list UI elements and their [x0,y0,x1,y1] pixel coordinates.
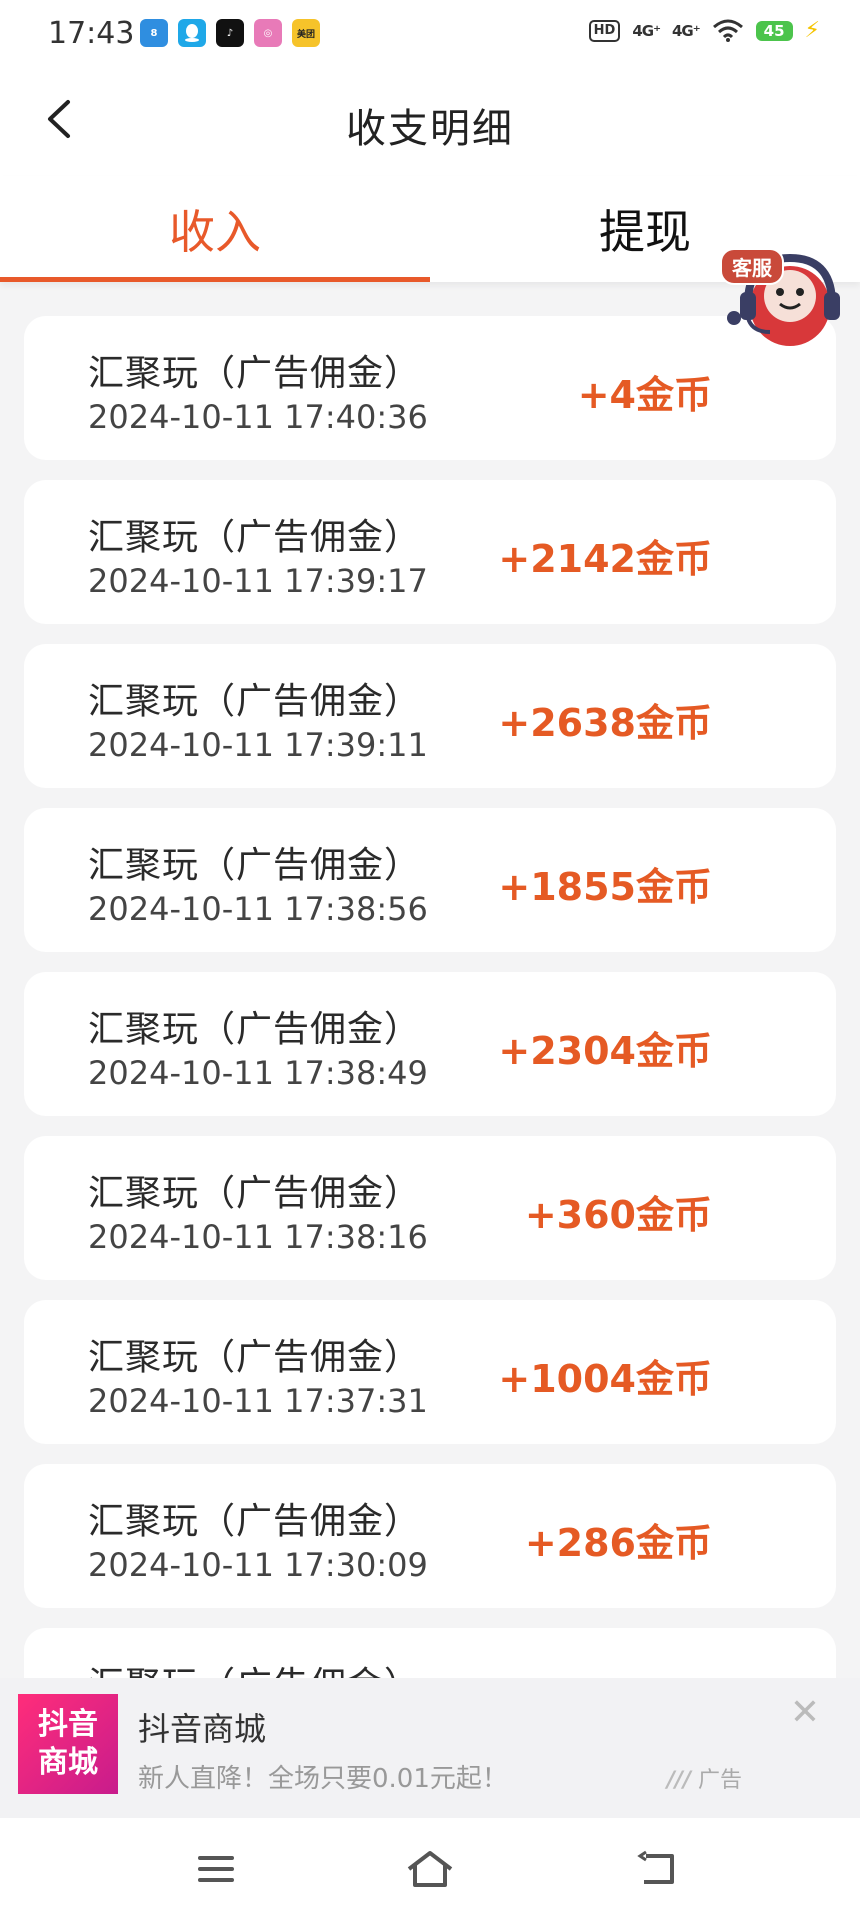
status-bar: 17:43 8 ♪ ◎ 美团 HD 4G⁺ 4G⁺ 45 ⚡ [0,0,860,68]
system-indicators: HD 4G⁺ 4G⁺ 45 ⚡ [588,18,820,43]
menu-nav-button[interactable] [186,1846,246,1892]
qq-icon [178,19,206,47]
signal-icon-1: 4G⁺ [632,21,661,40]
list-item[interactable]: 汇聚玩（广告佣金） 2024-10-11 17:38:49 +2304金币 [24,972,836,1116]
system-nav-bar [0,1818,860,1920]
ad-label: /// 广告 [667,1762,742,1794]
status-time: 17:43 [48,16,135,51]
ad-subtitle[interactable]: 新人直降！全场只要0.01元起！ [138,1758,508,1795]
wifi-app-icon: 8 [140,19,168,47]
battery-icon: 45 [755,20,793,41]
hd-icon: HD [588,19,621,42]
record-title: 汇聚玩（广告佣金） [88,1173,422,1214]
record-title: 汇聚玩（广告佣金） [88,845,422,886]
record-title: 汇聚玩（广告佣金） [88,1009,422,1050]
list-item[interactable]: 汇聚玩（广告佣金） 2024-10-11 17:39:11 +2638金币 [24,644,836,788]
record-title: 汇聚玩（广告佣金） [88,353,422,394]
notification-icons: 8 ♪ ◎ 美团 [140,19,320,47]
record-amount: +2638金币 [498,701,712,745]
record-amount: +1855金币 [498,865,712,909]
ad-close-button[interactable]: ✕ [790,1692,820,1733]
back-nav-button[interactable] [628,1846,688,1892]
ad-network-icon: /// [666,1768,691,1793]
record-title: 汇聚玩（广告佣金） [88,1656,421,1678]
transaction-list[interactable]: 汇聚玩（广告佣金） 2024-10-11 17:40:36 +4金币 汇聚玩（广… [24,316,836,1678]
record-amount: +286金币 [524,1521,712,1565]
record-time: 2024-10-11 17:30:09 [88,1546,428,1584]
record-amount: +2304金币 [498,1029,712,1073]
record-title: 汇聚玩（广告佣金） [88,681,422,722]
tab-income[interactable]: 收入 [0,176,430,282]
list-item[interactable]: 汇聚玩（广告佣金） 2024-10-11 17:37:31 +1004金币 [24,1300,836,1444]
charging-icon: ⚡ [804,18,820,43]
record-time: 2024-10-11 17:40:36 [88,398,428,436]
record-title: 汇聚玩（广告佣金） [88,517,422,558]
page-title: 收支明细 [346,106,514,152]
record-amount: +360金币 [524,1193,712,1237]
ad-title[interactable]: 抖音商城 [138,1704,266,1750]
camera-app-icon: ◎ [254,19,282,47]
home-icon [407,1851,453,1887]
record-amount: +4金币 [577,373,712,417]
record-amount: +2142金币 [498,537,712,581]
menu-icon [198,1856,234,1882]
list-item[interactable]: 汇聚玩（广告佣金） 2024-10-11 17:30:09 +286金币 [24,1464,836,1608]
record-title: 汇聚玩（广告佣金） [88,1337,422,1378]
list-item[interactable]: 汇聚玩（广告佣金） 2024-10-11 17:39:17 +2142金币 [24,480,836,624]
service-badge: 客服 [720,248,784,285]
ad-logo-line1: 抖音 [38,1707,98,1742]
home-nav-button[interactable] [400,1846,460,1892]
ad-logo-line2: 商城 [38,1745,98,1780]
record-title: 汇聚玩（广告佣金） [88,1501,422,1542]
record-time: 2024-10-11 17:37:31 [88,1382,428,1420]
ad-banner[interactable]: 抖音 商城 抖音商城 新人直降！全场只要0.01元起！ ✕ /// 广告 [0,1678,860,1818]
back-icon [637,1850,674,1884]
list-item[interactable]: 汇聚玩（广告佣金） [24,1628,836,1678]
signal-icon-2: 4G⁺ [672,21,701,40]
list-item[interactable]: 汇聚玩（广告佣金） 2024-10-11 17:40:36 +4金币 [24,316,836,460]
active-tab-indicator [0,277,430,282]
record-time: 2024-10-11 17:38:56 [88,890,428,928]
record-amount: +1004金币 [498,1357,712,1401]
ad-tag-text: 广告 [697,1768,742,1793]
douyin-mall-logo[interactable]: 抖音 商城 [18,1694,118,1794]
customer-service-button[interactable]: 客服 [720,240,846,360]
record-time: 2024-10-11 17:38:16 [88,1218,428,1256]
record-time: 2024-10-11 17:38:49 [88,1054,428,1092]
list-item[interactable]: 汇聚玩（广告佣金） 2024-10-11 17:38:56 +1855金币 [24,808,836,952]
record-time: 2024-10-11 17:39:17 [88,562,428,600]
meituan-icon: 美团 [292,19,320,47]
wifi-icon [712,19,743,42]
record-time: 2024-10-11 17:39:11 [88,726,428,764]
header: 收支明细 [0,68,860,176]
list-item[interactable]: 汇聚玩（广告佣金） 2024-10-11 17:38:16 +360金币 [24,1136,836,1280]
tiktok-icon: ♪ [216,19,244,47]
